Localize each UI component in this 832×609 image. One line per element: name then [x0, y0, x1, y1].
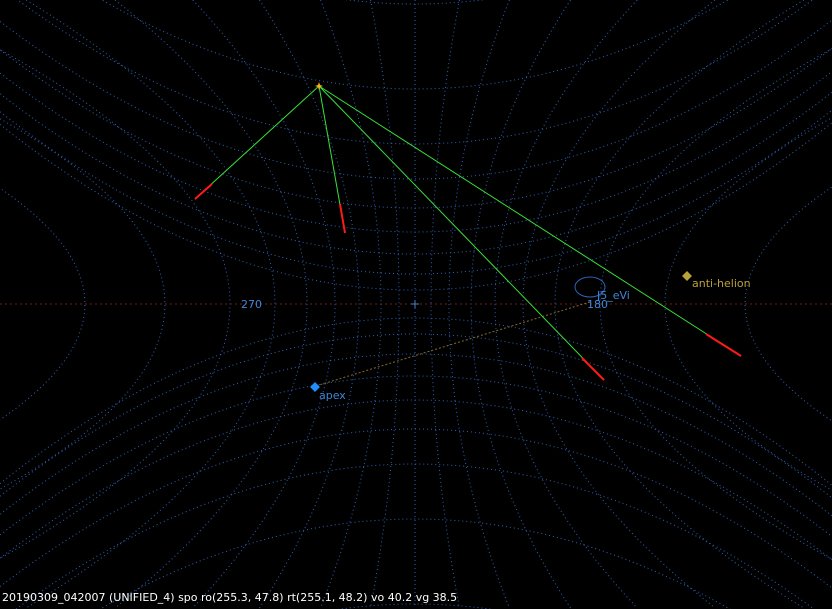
trail-line	[318, 85, 742, 357]
grid-line	[0, 428, 832, 589]
crosshair-icon	[411, 300, 419, 308]
grid-line	[0, 91, 832, 255]
grid-line	[744, 186, 832, 422]
azimuth-270-label: 270	[241, 298, 262, 311]
grid-line	[16, 0, 814, 145]
radiant-label[interactable]: J5_eVi	[597, 289, 630, 302]
grid-line	[0, 48, 832, 209]
meteor-segment	[581, 357, 605, 381]
grid-line	[0, 375, 832, 537]
grid-line	[0, 317, 832, 486]
grid-line	[259, 0, 360, 609]
grid-line	[0, 333, 832, 499]
anti-helion-diamond-icon[interactable]	[682, 271, 692, 281]
meteor-segment	[194, 183, 213, 200]
grid-line	[0, 353, 832, 517]
grid-line	[370, 0, 400, 609]
anti-helion-label[interactable]: anti-helion	[692, 277, 751, 290]
apex-label[interactable]: apex	[319, 389, 346, 402]
trail-line	[194, 85, 320, 200]
grid-line	[15, 463, 815, 609]
meteor-segment	[339, 203, 346, 234]
grid-line	[344, 0, 486, 5]
grid-line	[0, 19, 832, 180]
status-line: 20190309_042007 (UNIFIED_4) spo ro(255.3…	[2, 591, 458, 604]
grid-line	[0, 109, 832, 275]
grid-line	[0, 71, 832, 233]
grid-line	[0, 187, 86, 421]
sky-view	[0, 0, 832, 609]
meteor-segment	[705, 333, 742, 357]
grid-line	[101, 0, 729, 90]
grid-line	[0, 399, 832, 560]
grid-line	[337, 603, 494, 609]
